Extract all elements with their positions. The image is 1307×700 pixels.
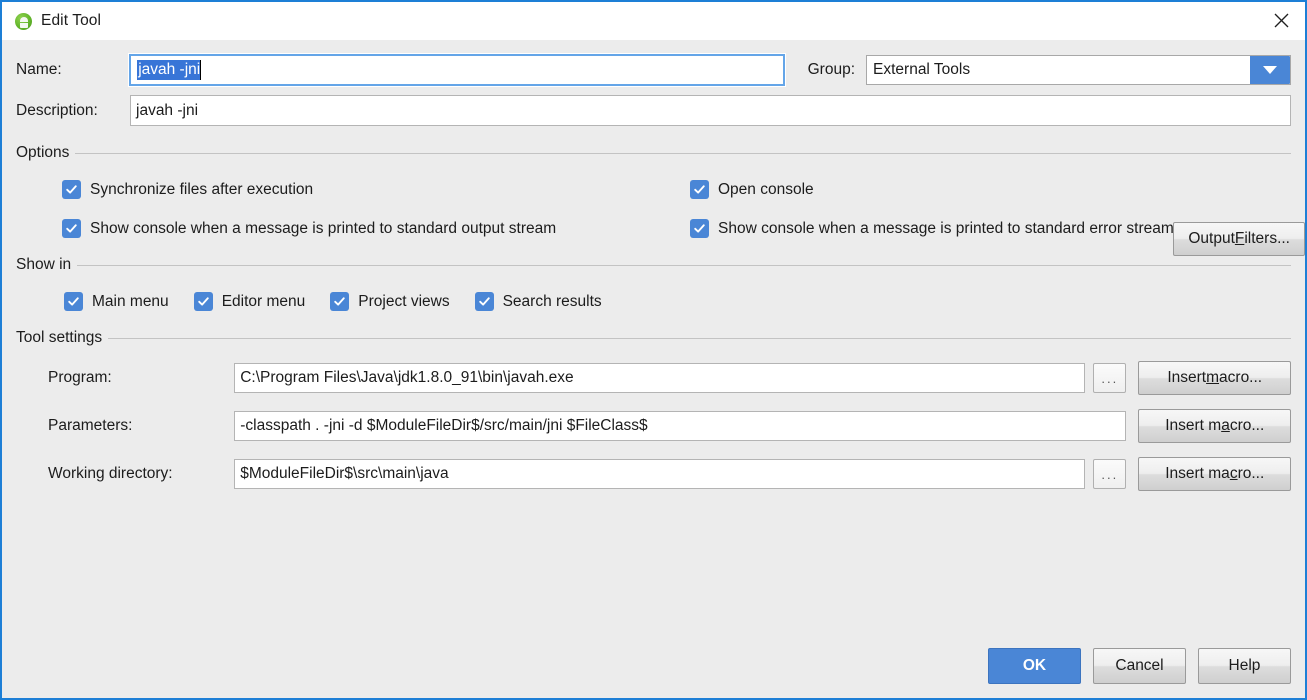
checkbox-synchronize-files[interactable]: Synchronize files after execution — [62, 180, 690, 199]
checkbox-label: Synchronize files after execution — [90, 180, 314, 198]
checkbox-editor-menu[interactable]: Editor menu — [193, 292, 306, 311]
output-filters-button[interactable]: Output Filters... — [1173, 222, 1305, 256]
output-filters-mnemonic: F — [1234, 230, 1245, 247]
dialog-body: Name: javah -jni Group: External Tools D… — [2, 40, 1305, 698]
macro-mnemonic: m — [1206, 369, 1220, 386]
parameters-input[interactable]: -classpath . -jni -d $ModuleFileDir$/src… — [234, 411, 1127, 441]
program-insert-macro-button[interactable]: Insert m acro... — [1138, 361, 1291, 395]
check-icon — [62, 180, 81, 199]
check-icon — [330, 292, 350, 311]
macro-prefix: Insert — [1167, 369, 1207, 386]
close-button[interactable] — [1257, 2, 1305, 38]
program-row: Program: C:\Program Files\Java\jdk1.8.0_… — [16, 361, 1291, 395]
ok-button[interactable]: OK — [988, 648, 1081, 684]
window-title: Edit Tool — [41, 12, 102, 29]
group-label: Group: — [807, 61, 856, 78]
checkbox-main-menu[interactable]: Main menu — [64, 292, 169, 311]
close-icon — [1274, 13, 1288, 27]
options-row-2: Show console when a message is printed t… — [16, 219, 1291, 238]
program-label: Program: — [48, 369, 112, 386]
output-filters-suffix: ilters... — [1244, 230, 1290, 247]
working-directory-label: Working directory: — [48, 465, 173, 482]
group-combobox-value: External Tools — [873, 61, 971, 78]
android-studio-icon — [15, 12, 32, 30]
check-icon — [64, 292, 83, 311]
name-label: Name: — [16, 61, 62, 78]
check-icon — [690, 180, 709, 199]
checkbox-label: Show console when a message is printed t… — [90, 219, 557, 237]
working-directory-input[interactable]: $ModuleFileDir$\src\main\java — [234, 459, 1086, 489]
macro-suffix: cro... — [1229, 417, 1265, 434]
tool-settings-section-label: Tool settings — [16, 329, 103, 346]
macro-suffix: ro... — [1237, 465, 1265, 482]
options-row-1: Synchronize files after execution Open c… — [16, 180, 1291, 199]
check-icon — [690, 219, 709, 238]
working-directory-row: Working directory: $ModuleFileDir$\src\m… — [16, 457, 1291, 491]
section-divider — [75, 152, 1291, 154]
edit-tool-dialog: Edit Tool Name: javah -jni Group: Extern… — [0, 0, 1307, 700]
program-browse-button[interactable]: ... — [1093, 363, 1127, 393]
description-row: Description: javah -jni — [16, 95, 1291, 126]
check-icon — [474, 292, 494, 311]
showin-section-header: Show in — [16, 256, 1291, 274]
working-directory-insert-macro-button[interactable]: Insert ma c ro... — [1138, 457, 1291, 491]
output-filters-prefix: Output — [1188, 230, 1235, 247]
checkbox-label: Open console — [718, 180, 814, 198]
cancel-button[interactable]: Cancel — [1093, 648, 1186, 684]
checkbox-open-console[interactable]: Open console — [690, 180, 814, 199]
options-section-label: Options — [16, 144, 70, 161]
checkbox-show-console-stdout[interactable]: Show console when a message is printed t… — [62, 219, 690, 238]
showin-section-label: Show in — [16, 256, 72, 273]
working-directory-browse-button[interactable]: ... — [1093, 459, 1127, 489]
program-input[interactable]: C:\Program Files\Java\jdk1.8.0_91\bin\ja… — [234, 363, 1086, 393]
parameters-insert-macro-button[interactable]: Insert m a cro... — [1138, 409, 1291, 443]
name-group-row: Name: javah -jni Group: External Tools — [16, 53, 1291, 87]
checkbox-label: Editor menu — [221, 292, 306, 310]
section-divider — [77, 264, 1291, 266]
checkbox-search-results[interactable]: Search results — [474, 292, 602, 311]
dialog-footer: OK Cancel Help — [988, 648, 1291, 684]
checkbox-label: Project views — [358, 292, 450, 310]
description-label: Description: — [16, 101, 98, 119]
macro-suffix: acro... — [1219, 369, 1263, 386]
title-bar: Edit Tool — [2, 2, 1305, 40]
macro-prefix: Insert m — [1165, 417, 1222, 434]
macro-prefix: Insert ma — [1165, 465, 1230, 482]
parameters-label: Parameters: — [48, 417, 133, 434]
checkbox-project-views[interactable]: Project views — [330, 292, 450, 311]
checkbox-show-console-stderr[interactable]: Show console when a message is printed t… — [690, 219, 1174, 238]
macro-mnemonic: a — [1221, 417, 1230, 434]
chevron-down-icon[interactable] — [1250, 56, 1290, 84]
checkbox-label: Search results — [502, 292, 602, 310]
group-combobox[interactable]: External Tools — [866, 55, 1291, 85]
options-section-header: Options — [16, 144, 1291, 162]
check-icon — [62, 219, 81, 238]
check-icon — [193, 292, 213, 311]
parameters-row: Parameters: -classpath . -jni -d $Module… — [16, 409, 1291, 443]
tool-settings-section-header: Tool settings — [16, 329, 1291, 347]
checkbox-label: Show console when a message is printed t… — [718, 219, 1174, 237]
showin-row: Main menu Editor menu Project views Sear… — [64, 292, 1291, 311]
section-divider — [108, 337, 1291, 339]
description-input[interactable]: javah -jni — [130, 95, 1291, 126]
macro-mnemonic: c — [1229, 465, 1238, 482]
name-input-value: javah -jni — [137, 60, 202, 80]
name-input[interactable]: javah -jni — [128, 53, 786, 87]
help-button[interactable]: Help — [1198, 648, 1291, 684]
checkbox-label: Main menu — [92, 292, 169, 310]
